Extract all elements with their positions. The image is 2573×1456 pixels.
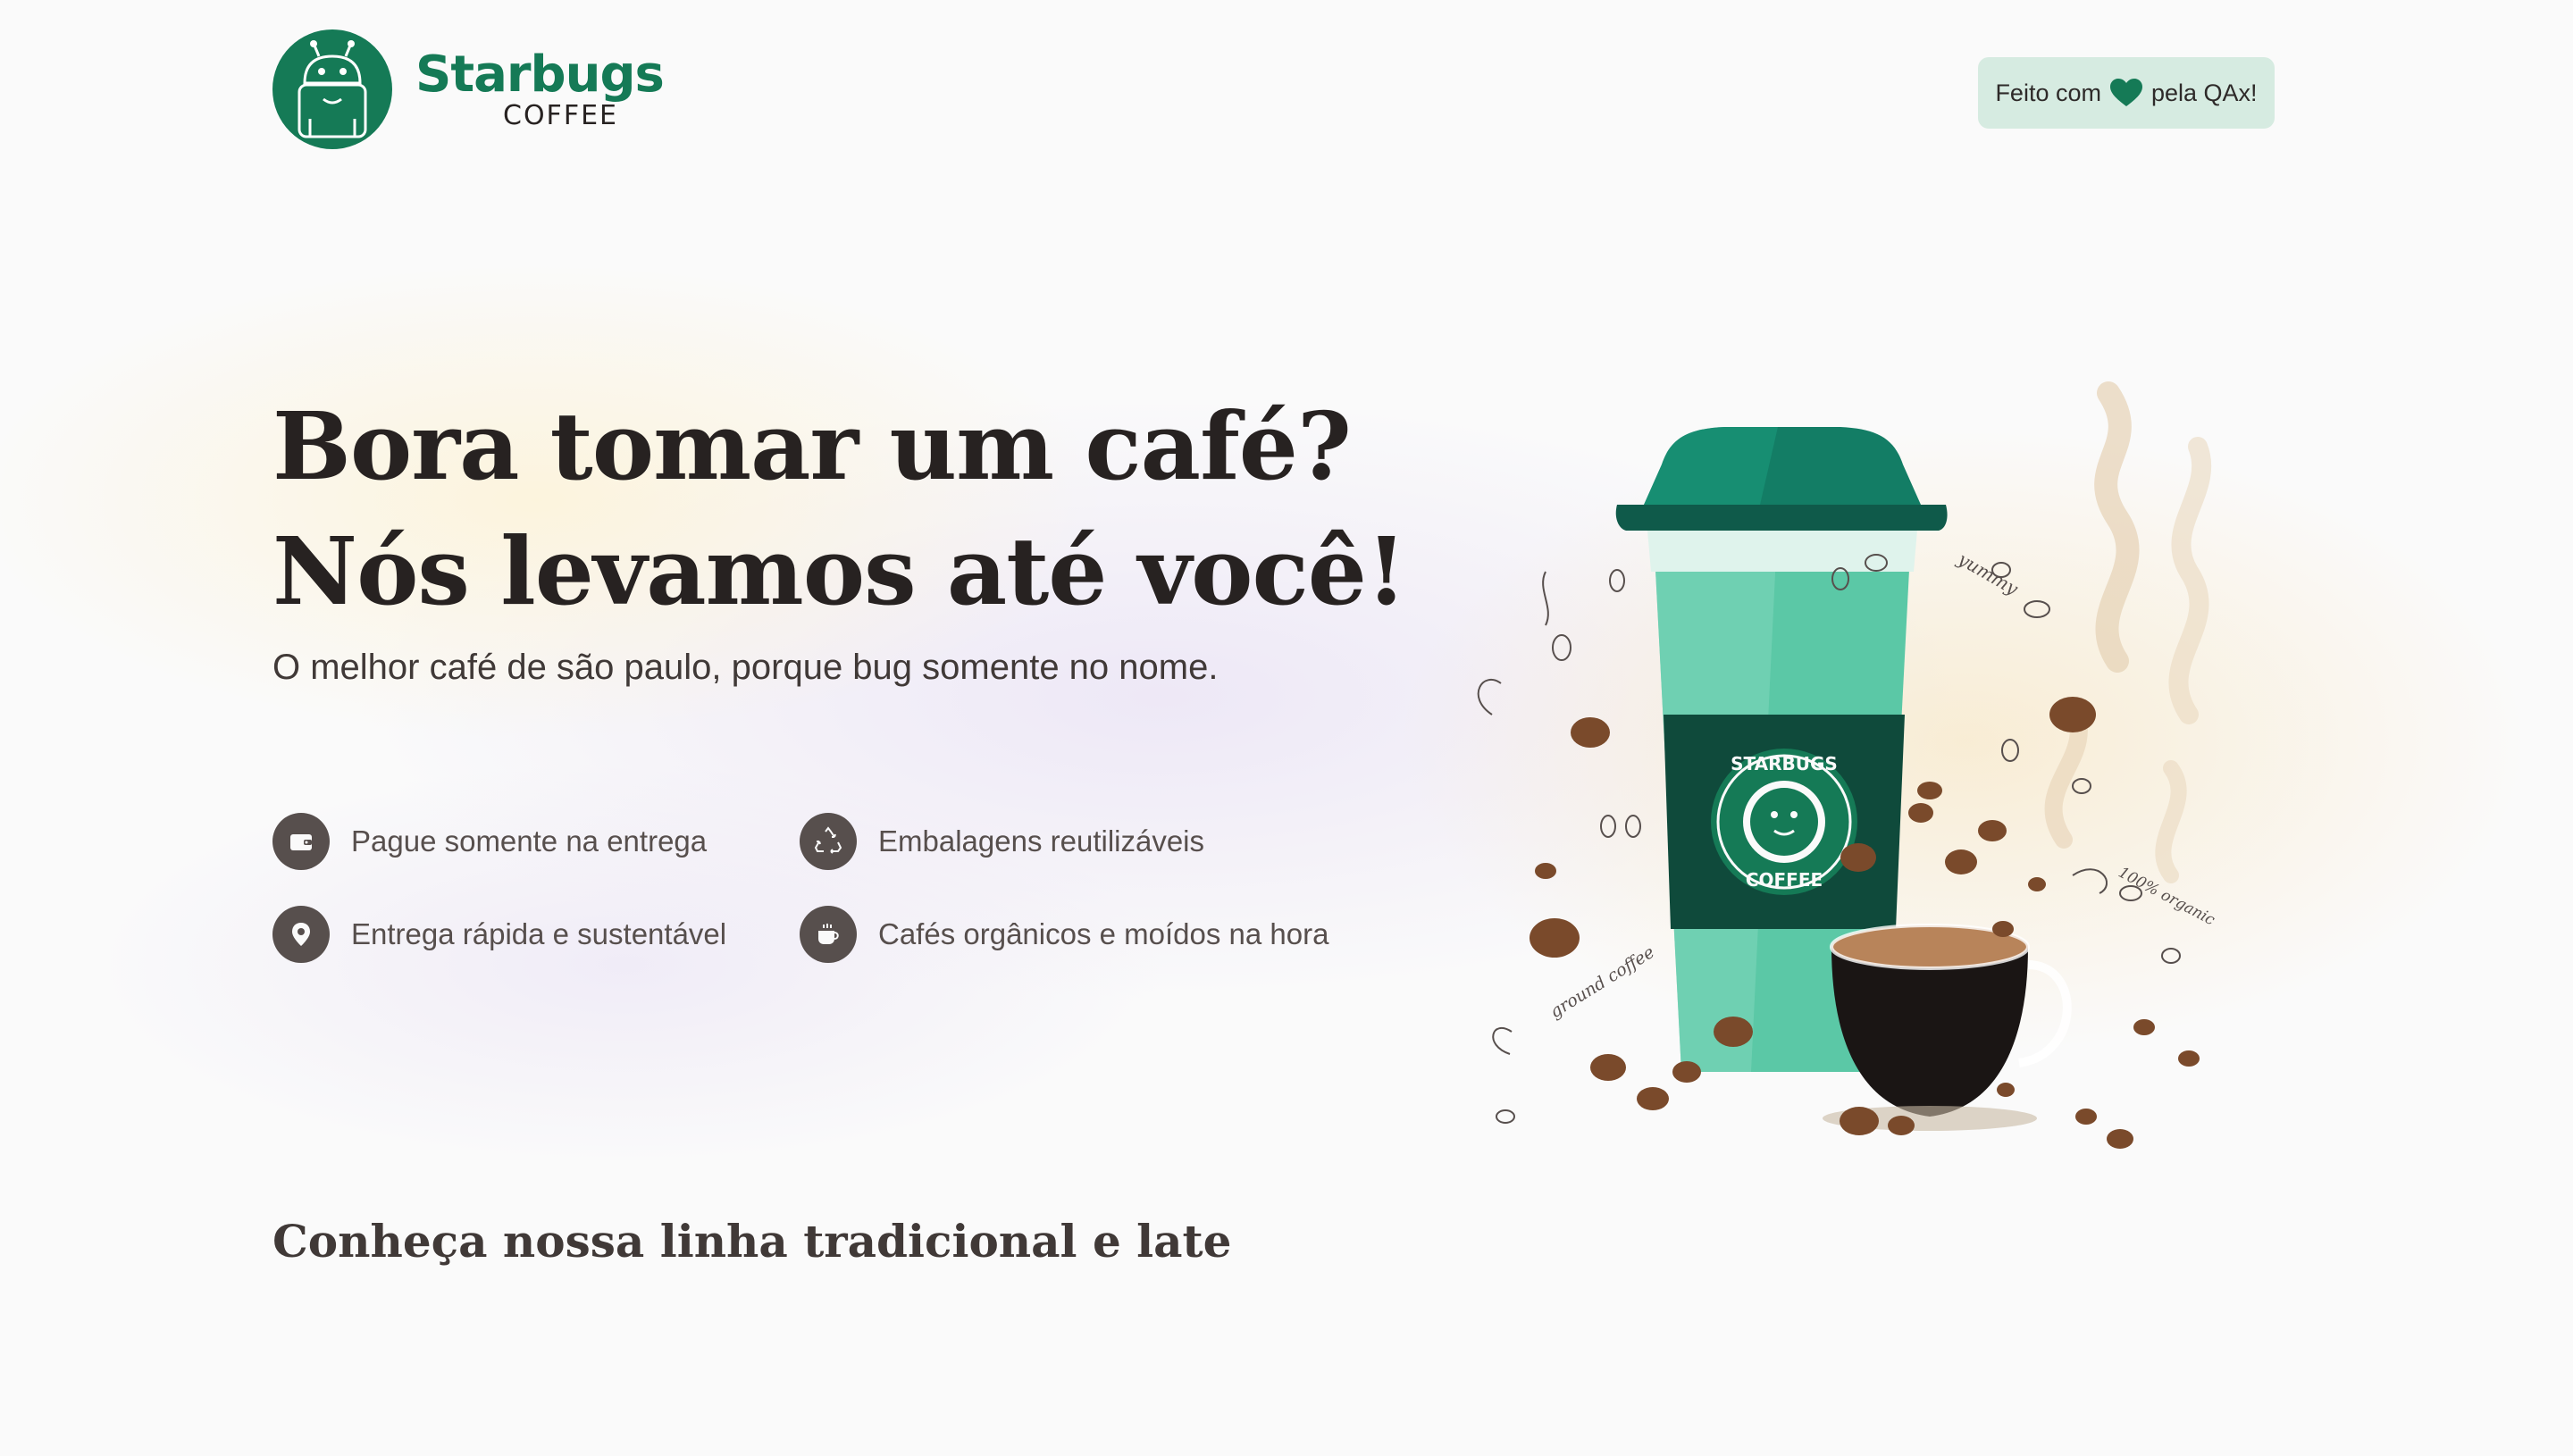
- robot-logo-icon: [272, 29, 392, 149]
- cup-badge-bottom: COFFEE: [1746, 869, 1823, 891]
- cup-badge-top: STARBUGS: [1731, 753, 1838, 774]
- map-pin-icon: [272, 906, 330, 963]
- hero-section: Bora tomar um café? Nós levamos até você…: [0, 161, 2548, 1157]
- feature-item-packaging: Embalagens reutilizáveis: [800, 813, 1204, 870]
- page: Starbugs COFFEE Feito com pela QAx! Bora…: [0, 0, 2573, 1456]
- hero-subtitle: O melhor café de são paulo, porque bug s…: [272, 648, 1219, 687]
- brand-sub: COFFEE: [503, 100, 618, 131]
- made-with-badge: Feito com pela QAx!: [1978, 57, 2275, 129]
- made-with-prefix: Feito com: [1995, 79, 2101, 106]
- feature-label: Embalagens reutilizáveis: [878, 824, 1205, 858]
- brand-name: Starbugs: [415, 46, 665, 104]
- coffee-cup-icon: [800, 906, 857, 963]
- feature-item-delivery: Entrega rápida e sustentável: [272, 906, 726, 963]
- feature-item-payment: Pague somente na entrega: [272, 813, 707, 870]
- hero-coffee-illustration: STARBUGS COFFEE yummy 100% organic groun…: [1456, 339, 2260, 1179]
- heart-icon: [2109, 79, 2142, 107]
- hero-title-line2: Nós levamos até você!: [272, 516, 1407, 626]
- products-section-title: Conheça nossa linha tradicional e late: [272, 1215, 1232, 1268]
- hero-title-line1: Bora tomar um café?: [272, 391, 1352, 501]
- hero-title: Bora tomar um café? Nós levamos até você…: [272, 384, 1434, 634]
- tag-yummy: yummy: [1954, 548, 2023, 599]
- feature-item-organic: Cafés orgânicos e moídos na hora: [800, 906, 1328, 963]
- header: Starbugs COFFEE Feito com pela QAx!: [0, 0, 2573, 161]
- wallet-icon: [272, 813, 330, 870]
- feature-label: Entrega rápida e sustentável: [351, 917, 727, 950]
- feature-label: Cafés orgânicos e moídos na hora: [878, 917, 1329, 950]
- made-with-suffix: pela QAx!: [2150, 79, 2258, 106]
- recycle-icon: [800, 813, 857, 870]
- brand-logo[interactable]: Starbugs COFFEE: [272, 29, 665, 149]
- feature-label: Pague somente na entrega: [351, 824, 708, 858]
